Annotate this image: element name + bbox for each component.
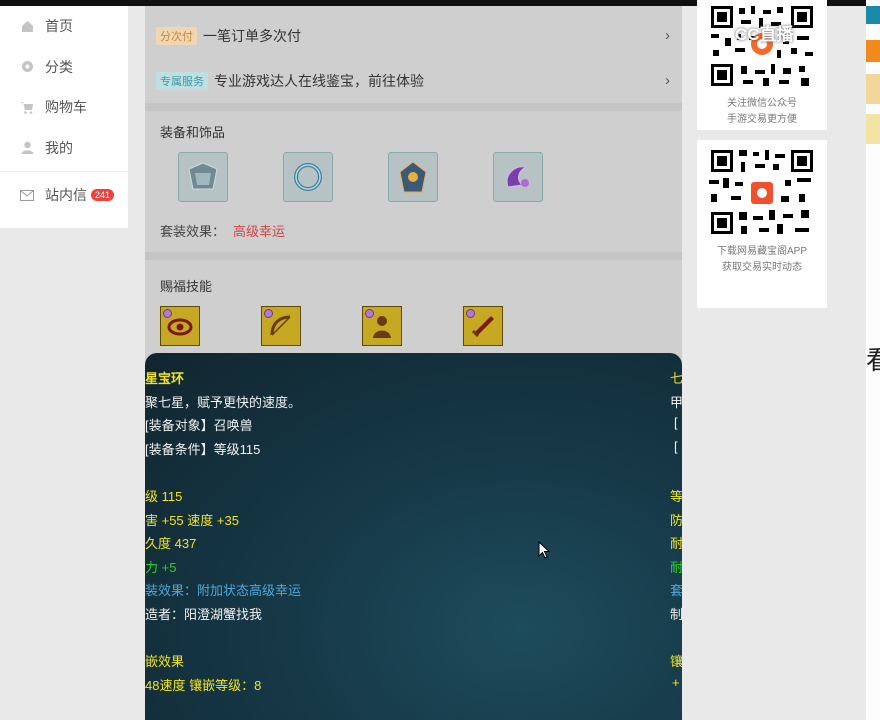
ring-icon [294,163,322,191]
skill-slot-4[interactable] [463,306,503,346]
tooltip-right-fragment: 甲 [670,395,682,410]
tooltip-power: 力 +5 [145,560,177,575]
app-caption-2: 获取交易实时动态 [722,262,802,273]
skill-pin-icon [163,309,172,318]
nav-item-messages[interactable]: 站内信 241 [0,175,128,216]
chevron-right-icon: › [665,27,670,44]
category-icon [20,60,34,74]
tooltip-inlay: 48速度 镶嵌等级：8 [145,678,262,693]
chevron-right-icon: › [665,72,670,89]
tooltip-item-name: 星宝环 [145,371,185,386]
watermark: CC直播 [735,25,794,44]
nav-label: 分类 [45,58,73,75]
tooltip-level: 级 115 [145,489,183,504]
wechat-qr-code [705,4,819,90]
tooltip-right-fragment: 制 [670,607,682,622]
skills-title: 赐福技能 [160,279,213,294]
section-divider [145,252,682,260]
nav-item-cart[interactable]: 购物车 [0,87,128,128]
nav-label: 站内信 [45,187,87,204]
tooltip-stats: 害 +55 速度 +35 [145,513,239,528]
user-icon [20,141,34,155]
nav-item-home[interactable]: 首页 [0,6,128,47]
nav-item-category[interactable]: 分类 [0,47,128,88]
tooltip-right-fragment: 耐 [670,560,682,575]
skill-pin-icon [264,309,273,318]
tooltip-equip-condition: [装备条件】等级115 [145,442,261,457]
installment-text: 一笔订单多次付 [203,28,301,44]
tooltip-right-fragment: [ [674,439,678,454]
installment-row[interactable]: 分次付 一笔订单多次付 › [145,14,682,58]
tooltip-right-fragment: 七 [670,371,682,386]
home-icon [20,19,34,33]
tooltip-right-fragment: [ [674,415,678,430]
nav-item-mine[interactable]: 我的 [0,128,128,169]
skill-slot-3[interactable] [362,306,402,346]
tooltip-equip-target: [装备对象】召唤兽 [145,418,253,433]
service-text: 专业游戏达人在线鉴宝，前往体验 [214,73,424,89]
wechat-caption-1: 关注微信公众号 [727,98,797,109]
equipment-title: 装备和饰品 [160,125,226,140]
installment-tag: 分次付 [156,27,197,45]
color-block [866,6,880,24]
skill-pin-icon [466,309,475,318]
equipment-slot-ring[interactable] [283,152,333,202]
cropped-adjacent-panel: 看 [866,0,880,720]
app-qr-code [705,148,819,236]
tooltip-set-effect: 装效果：附加状态高级幸运 [145,583,302,598]
service-tag: 专属服务 [156,72,208,90]
unread-badge: 241 [91,189,115,202]
nav-label: 购物车 [45,99,87,116]
item-tooltip: 星宝环 聚七星，赋予更快的速度。 [装备对象】召唤兽 [装备条件】等级115 级… [145,353,682,720]
nav-label: 首页 [45,18,73,35]
ornament-icon [506,166,529,188]
mail-icon [20,188,34,202]
cropped-heading-glyph: 看 [866,346,880,376]
tooltip-right-fragment: 套 [670,583,682,598]
equipment-slot-amulet[interactable] [388,152,438,202]
nav-divider [0,171,128,172]
color-block [866,40,880,62]
tooltip-right-fragment: 镶 [670,654,682,669]
set-effect-line: 套装效果： 高级幸运 [160,221,285,240]
skill-pin-icon [365,309,374,318]
equipment-slot-ornament[interactable] [493,152,543,202]
cart-icon [20,100,34,114]
nav-label: 我的 [45,139,73,156]
skill-slot-2[interactable] [261,306,301,346]
service-row[interactable]: 专属服务 专业游戏达人在线鉴宝，前往体验 › [145,59,682,103]
mouse-cursor-icon [538,541,550,559]
tooltip-inlay-title: 嵌效果 [145,654,185,669]
skill-slot-1[interactable] [160,306,200,346]
app-qr-card: 下载网易藏宝阁APP 获取交易实时动态 [697,140,827,308]
left-navigation: 首页 分类 购物车 我的 站内信 241 [0,6,128,228]
tooltip-description: 聚七星，赋予更快的速度。 [145,395,302,410]
color-block [866,114,880,144]
tooltip-right-fragment: 防 [670,513,682,528]
color-block [866,74,880,104]
tooltip-right-fragment: 耐 [670,536,682,551]
tooltip-maker: 造者：阳澄湖蟹找我 [145,607,263,622]
section-divider [145,103,682,111]
amulet-icon [399,161,427,193]
tooltip-right-fragment: 等 [670,489,682,504]
tooltip-durability: 久度 437 [145,536,197,551]
app-caption-1: 下载网易藏宝阁APP [716,246,807,257]
wechat-caption-2: 手游交易更方便 [727,114,797,125]
tooltip-right-fragment: + [672,675,680,690]
set-effect-value: 高级幸运 [233,224,286,239]
armor-icon [188,162,218,190]
equipment-slot-armor[interactable] [178,152,228,202]
set-effect-label: 套装效果： [160,224,226,239]
